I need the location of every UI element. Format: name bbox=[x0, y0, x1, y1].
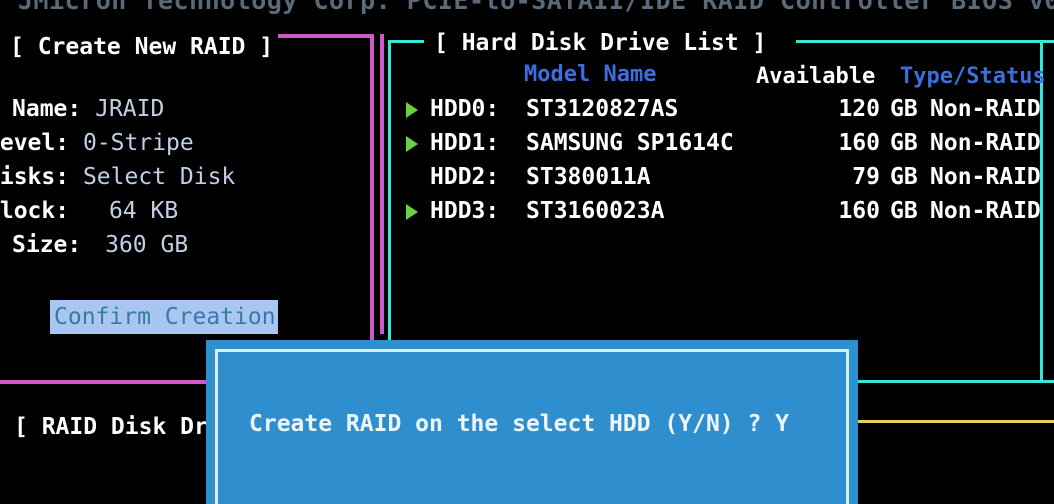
hdd-status: Non-RAID bbox=[930, 130, 1041, 156]
hdd-model: ST380011A bbox=[526, 164, 651, 190]
field-level[interactable]: Level: 0-Stripe bbox=[0, 130, 194, 156]
create-panel-inner-border bbox=[380, 34, 384, 334]
field-name[interactable]: Name: JRAID bbox=[12, 96, 164, 122]
hdd-unit: GB bbox=[890, 130, 918, 156]
raid-panel-top-border bbox=[858, 420, 1054, 423]
bios-screen: JMicron Technology Corp. PCIE-to-SATAII/… bbox=[0, 0, 1054, 504]
hdd-row-0[interactable]: HDD0: ST3120827AS 120 GB Non-RAID bbox=[406, 96, 1046, 126]
selected-marker-icon bbox=[406, 204, 418, 220]
hdd-status: Non-RAID bbox=[930, 164, 1041, 190]
hdd-id: HDD3: bbox=[430, 198, 500, 224]
create-panel-title: [ Create New RAID ] bbox=[10, 34, 274, 60]
hdd-model: SAMSUNG SP1614C bbox=[526, 130, 734, 156]
field-label: Disks: bbox=[0, 164, 70, 190]
field-size[interactable]: Size: 360 GB bbox=[12, 232, 188, 258]
hdd-panel-top-right-border bbox=[796, 40, 1054, 43]
field-label: Block: bbox=[0, 198, 70, 224]
field-label: Level: bbox=[0, 130, 70, 156]
confirm-creation-button[interactable]: Confirm Creation bbox=[50, 300, 278, 334]
hdd-status: Non-RAID bbox=[930, 198, 1041, 224]
hdd-model: ST3120827AS bbox=[526, 96, 679, 122]
hdd-row-3[interactable]: HDD3: ST3160023A 160 GB Non-RAID bbox=[406, 198, 1046, 228]
field-label: Size: bbox=[12, 232, 82, 258]
create-panel-right-border bbox=[370, 34, 374, 384]
available-header: Available bbox=[756, 64, 876, 89]
hdd-unit: GB bbox=[890, 198, 918, 224]
confirm-dialog[interactable]: Create RAID on the select HDD (Y/N) ? Y bbox=[206, 340, 858, 504]
hdd-id: HDD0: bbox=[430, 96, 500, 122]
hdd-id: HDD1: bbox=[430, 130, 500, 156]
hdd-unit: GB bbox=[890, 96, 918, 122]
field-block[interactable]: Block: 64 KB bbox=[0, 198, 178, 224]
bios-title: JMicron Technology Corp. PCIE-to-SATAII/… bbox=[18, 0, 1054, 15]
hdd-capacity: 120 bbox=[838, 96, 880, 122]
field-value: Select Disk bbox=[82, 164, 236, 190]
hdd-panel-bottom-border bbox=[856, 380, 1054, 383]
field-value: 360 GB bbox=[105, 232, 189, 258]
field-disks[interactable]: Disks: Select Disk bbox=[0, 164, 235, 190]
model-name-header: Model Name bbox=[524, 62, 657, 87]
hdd-unit: GB bbox=[890, 164, 918, 190]
create-panel-top-border bbox=[278, 34, 370, 38]
field-value: JRAID bbox=[95, 96, 165, 122]
field-value: 64 KB bbox=[108, 198, 179, 224]
hdd-capacity: 160 bbox=[838, 198, 880, 224]
raid-disk-panel-title: [ RAID Disk Dr bbox=[14, 414, 208, 440]
hdd-panel-top-left-border bbox=[388, 40, 424, 43]
hdd-model: ST3160023A bbox=[526, 198, 665, 224]
hdd-panel-title: [ Hard Disk Drive List ] bbox=[434, 30, 767, 56]
hdd-status: Non-RAID bbox=[930, 96, 1041, 122]
field-value: 0-Stripe bbox=[82, 130, 194, 156]
hdd-capacity: 79 bbox=[852, 164, 880, 190]
selected-marker-icon bbox=[406, 102, 418, 118]
hdd-id: HDD2: bbox=[430, 164, 500, 190]
hdd-capacity: 160 bbox=[838, 130, 880, 156]
hdd-row-1[interactable]: HDD1: SAMSUNG SP1614C 160 GB Non-RAID bbox=[406, 130, 1046, 160]
field-label: Name: bbox=[12, 96, 82, 122]
dialog-prompt[interactable]: Create RAID on the select HDD (Y/N) ? Y bbox=[249, 411, 789, 437]
type-status-header: Type/Status bbox=[900, 64, 1046, 89]
hdd-row-2[interactable]: HDD2: ST380011A 79 GB Non-RAID bbox=[406, 164, 1046, 194]
selected-marker-icon bbox=[406, 136, 418, 152]
hdd-panel-left-border bbox=[388, 40, 391, 340]
